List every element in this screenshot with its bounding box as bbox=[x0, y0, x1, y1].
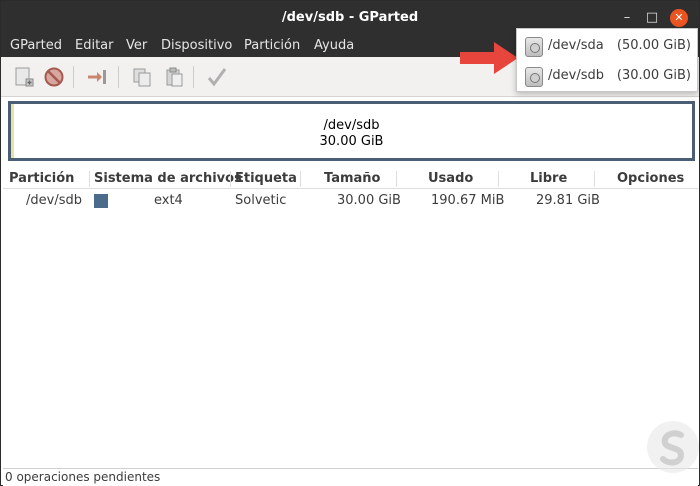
cell-size: 30.00 GiB bbox=[337, 193, 401, 208]
toolbar-separator bbox=[118, 66, 119, 88]
minimize-button[interactable]: – bbox=[618, 9, 636, 27]
column-separator bbox=[396, 171, 397, 187]
disk-map[interactable]: /dev/sdb 30.00 GiB bbox=[8, 101, 695, 161]
delete-icon[interactable] bbox=[43, 66, 65, 88]
new-partition-icon[interactable] bbox=[13, 66, 35, 88]
column-libre[interactable]: Libre bbox=[530, 171, 567, 186]
device-menu-item-sda[interactable]: /dev/sda (50.00 GiB) bbox=[517, 31, 697, 61]
status-bar: 0 operaciones pendientes bbox=[3, 468, 698, 486]
menu-ayuda[interactable]: Ayuda bbox=[314, 38, 354, 53]
paste-icon[interactable] bbox=[163, 66, 185, 88]
column-tamano[interactable]: Tamaño bbox=[324, 171, 380, 186]
disk-map-device: /dev/sdb bbox=[323, 118, 380, 133]
red-arrow-icon bbox=[460, 42, 518, 74]
disk-map-size: 30.00 GiB bbox=[319, 134, 384, 149]
close-button[interactable]: ✕ bbox=[670, 9, 688, 27]
cell-free: 29.81 GiB bbox=[536, 193, 600, 208]
filesystem-color-swatch bbox=[94, 194, 108, 208]
device-capacity: (50.00 GiB) bbox=[616, 38, 691, 53]
column-separator bbox=[300, 171, 301, 187]
toolbar-separator bbox=[73, 66, 74, 88]
window-title: /dev/sdb - GParted bbox=[281, 10, 419, 25]
cell-filesystem: ext4 bbox=[154, 193, 183, 208]
column-separator bbox=[89, 171, 90, 187]
device-name: /dev/sdb bbox=[548, 68, 604, 83]
menu-ver[interactable]: Ver bbox=[126, 38, 147, 53]
column-separator bbox=[498, 171, 499, 187]
column-etiqueta[interactable]: Etiqueta bbox=[235, 171, 297, 186]
apply-icon[interactable] bbox=[206, 66, 228, 88]
solvetic-logo-icon bbox=[647, 421, 699, 473]
device-dropdown: /dev/sda (50.00 GiB) /dev/sdb (30.00 GiB… bbox=[516, 28, 698, 92]
copy-icon[interactable] bbox=[131, 66, 153, 88]
maximize-button[interactable]: □ bbox=[643, 9, 661, 27]
menu-particion[interactable]: Partición bbox=[244, 38, 300, 53]
column-usado[interactable]: Usado bbox=[428, 171, 473, 186]
partition-table-header: Partición Sistema de archivos Etiqueta T… bbox=[3, 169, 698, 189]
column-particion[interactable]: Partición bbox=[9, 171, 74, 186]
cell-label: Solvetic bbox=[235, 193, 287, 208]
column-sistema-archivos[interactable]: Sistema de archivos bbox=[94, 171, 242, 186]
menu-gparted[interactable]: GParted bbox=[10, 38, 62, 53]
column-separator bbox=[230, 171, 231, 187]
device-menu-item-sdb[interactable]: /dev/sdb (30.00 GiB) bbox=[517, 61, 697, 91]
column-separator bbox=[594, 171, 595, 187]
column-opciones[interactable]: Opciones bbox=[617, 171, 684, 186]
hard-disk-icon bbox=[525, 67, 543, 87]
table-row[interactable]: /dev/sdb ext4 Solvetic 30.00 GiB 190.67 … bbox=[3, 191, 698, 211]
resize-move-icon[interactable] bbox=[86, 66, 108, 88]
menu-dispositivo[interactable]: Dispositivo bbox=[161, 38, 232, 53]
hard-disk-icon bbox=[525, 37, 543, 57]
menu-editar[interactable]: Editar bbox=[75, 38, 114, 53]
toolbar-separator bbox=[193, 66, 194, 88]
device-name: /dev/sda bbox=[548, 38, 604, 53]
cell-partition: /dev/sdb bbox=[26, 193, 82, 208]
status-text: 0 operaciones pendientes bbox=[5, 470, 161, 484]
device-capacity: (30.00 GiB) bbox=[616, 68, 691, 83]
cell-used: 190.67 MiB bbox=[431, 193, 505, 208]
